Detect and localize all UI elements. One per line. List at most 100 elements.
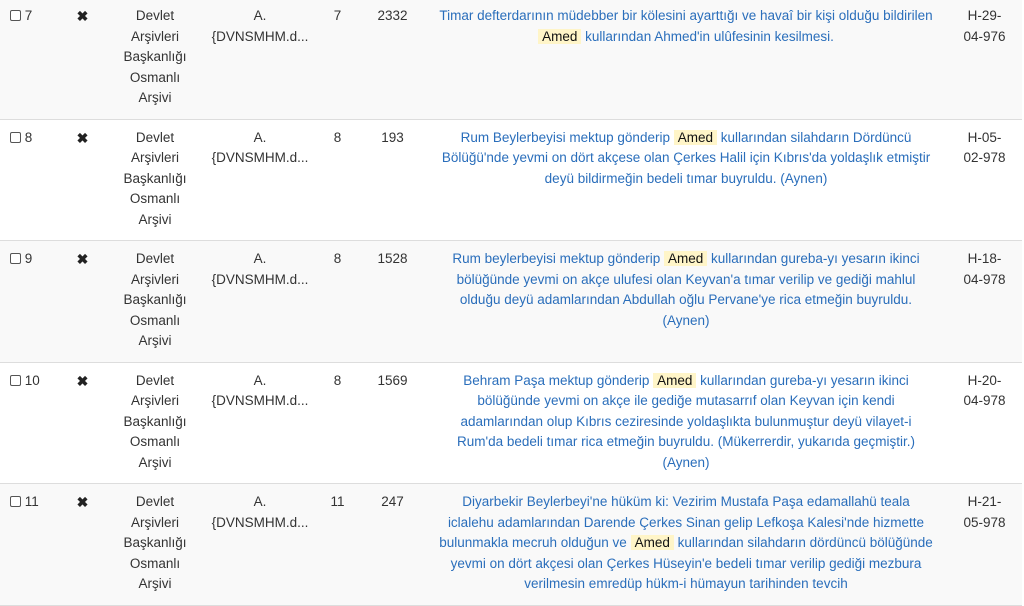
volume-cell: 8 bbox=[315, 240, 360, 363]
remove-icon[interactable]: ✖ bbox=[77, 373, 89, 389]
summary-text: Behram Paşa mektup gönderip bbox=[463, 372, 654, 388]
document-number-cell: 1569 bbox=[360, 362, 425, 484]
fond-line: {DVNSMHM.d... bbox=[211, 393, 309, 408]
row-index: 11 bbox=[24, 494, 39, 509]
document-number: 193 bbox=[381, 129, 404, 145]
volume-cell: 11 bbox=[315, 483, 360, 606]
date-line: 02-978 bbox=[963, 150, 1006, 165]
row-checkbox[interactable] bbox=[10, 374, 21, 386]
remove-cell: ✖ bbox=[60, 240, 105, 363]
fond-line: {DVNSMHM.d... bbox=[211, 514, 309, 530]
archive-line: Devlet bbox=[135, 129, 175, 145]
volume-number: 8 bbox=[333, 251, 342, 266]
summary-cell[interactable]: Timar defterdarının müdebber bir kölesin… bbox=[425, 0, 947, 120]
archive-cell: Devlet Arşivleri Başkanlığı Osmanlı Arşivi bbox=[105, 119, 205, 241]
archive-line: Arşivleri bbox=[130, 150, 179, 165]
date-line: 04-978 bbox=[963, 393, 1006, 408]
archive-line: Osmanlı bbox=[129, 191, 181, 206]
document-number-cell: 193 bbox=[360, 119, 425, 241]
search-highlight: Amed bbox=[673, 129, 717, 145]
date-line: H-05- bbox=[967, 129, 1002, 145]
date-cell: H-29- 04-976 bbox=[947, 0, 1022, 120]
remove-cell: ✖ bbox=[60, 0, 105, 120]
archive-line: Arşivleri bbox=[130, 393, 179, 408]
document-number-cell: 1528 bbox=[360, 240, 425, 363]
date-line: H-29- bbox=[967, 8, 1002, 23]
row-select-cell: 7 bbox=[0, 0, 60, 120]
row-checkbox[interactable] bbox=[10, 253, 21, 264]
archive-line: Arşivi bbox=[138, 211, 172, 227]
remove-icon[interactable]: ✖ bbox=[77, 251, 89, 267]
archive-line: Arşivi bbox=[138, 576, 172, 591]
document-number: 247 bbox=[381, 494, 404, 509]
document-number: 1569 bbox=[377, 372, 408, 388]
table-row: 9 ✖ Devlet Arşivleri Başkanlığı Osmanlı Arşivi… bbox=[0, 240, 1022, 363]
archive-cell: Devlet Arşivleri Başkanlığı Osmanlı Arşivi bbox=[105, 362, 205, 484]
archive-cell: Devlet Arşivleri Başkanlığı Osmanlı Arşivi bbox=[105, 240, 205, 363]
archive-cell: Devlet Arşivleri Başkanlığı Osmanlı Arşivi bbox=[105, 0, 205, 120]
summary-cell[interactable]: Diyarbekir Beylerbeyi'ne hüküm ki: Vezir… bbox=[425, 483, 947, 606]
date-cell: H-20- 04-978 bbox=[947, 362, 1022, 484]
archive-line: Devlet bbox=[135, 494, 175, 509]
summary-cell[interactable]: Behram Paşa mektup gönderip Amed kulları… bbox=[425, 362, 947, 484]
date-cell: H-21- 05-978 bbox=[947, 483, 1022, 606]
table-row: 10 ✖ Devlet Arşivleri Başkanlığı Osmanlı Arşiv… bbox=[0, 362, 1022, 484]
date-line: H-18- bbox=[967, 251, 1002, 266]
row-select-cell: 11 bbox=[0, 483, 60, 606]
archive-line: Başkanlığı bbox=[123, 413, 187, 429]
date-line: 04-976 bbox=[963, 28, 1006, 44]
archive-line: Osmanlı bbox=[129, 434, 181, 449]
volume-cell: 7 bbox=[315, 0, 360, 120]
volume-number: 11 bbox=[330, 494, 345, 509]
search-highlight: Amed bbox=[663, 251, 708, 266]
fond-cell: A. {DVNSMHM.d... bbox=[205, 119, 315, 241]
remove-cell: ✖ bbox=[60, 119, 105, 241]
fond-line: {DVNSMHM.d... bbox=[211, 150, 309, 165]
archive-line: Osmanlı bbox=[129, 69, 181, 85]
search-highlight: Amed bbox=[653, 372, 697, 388]
table-row: 7 ✖ Devlet Arşivleri Başkanlığı Osmanlı Arşivi… bbox=[0, 0, 1022, 120]
date-cell: H-05- 02-978 bbox=[947, 119, 1022, 241]
row-checkbox[interactable] bbox=[10, 496, 21, 507]
archive-line: Başkanlığı bbox=[123, 170, 187, 186]
row-index: 9 bbox=[24, 251, 33, 266]
summary-text: kullarından Ahmed'in ulûfesinin kesilmes… bbox=[581, 28, 834, 44]
remove-icon[interactable]: ✖ bbox=[77, 130, 89, 146]
date-line: H-21- bbox=[967, 494, 1002, 509]
summary-cell[interactable]: Rum beylerbeyisi mektup gönderip Amed ku… bbox=[425, 240, 947, 363]
fond-line: {DVNSMHM.d... bbox=[211, 28, 309, 44]
document-number: 1528 bbox=[377, 251, 408, 266]
archive-line: Arşivi bbox=[138, 454, 172, 470]
row-index: 10 bbox=[24, 372, 40, 388]
volume-cell: 8 bbox=[315, 362, 360, 484]
row-checkbox[interactable] bbox=[10, 10, 21, 21]
volume-number: 7 bbox=[333, 8, 342, 23]
date-line: H-20- bbox=[967, 372, 1002, 388]
fond-line: {DVNSMHM.d... bbox=[211, 271, 309, 287]
archive-line: Başkanlığı bbox=[123, 535, 187, 550]
summary-text: Rum beylerbeyisi mektup gönderip bbox=[452, 251, 664, 266]
remove-cell: ✖ bbox=[60, 483, 105, 606]
archive-line: Arşivleri bbox=[130, 514, 179, 530]
remove-icon[interactable]: ✖ bbox=[77, 8, 89, 24]
volume-number: 8 bbox=[333, 129, 342, 145]
archive-cell: Devlet Arşivleri Başkanlığı Osmanlı Arşivi bbox=[105, 483, 205, 606]
fond-line: A. bbox=[253, 494, 267, 509]
remove-icon[interactable]: ✖ bbox=[77, 494, 89, 510]
row-select-cell: 10 bbox=[0, 362, 60, 484]
archive-line: Devlet bbox=[135, 8, 175, 23]
fond-line: A. bbox=[253, 8, 267, 23]
archive-line: Başkanlığı bbox=[123, 49, 187, 64]
remove-cell: ✖ bbox=[60, 362, 105, 484]
document-number: 2332 bbox=[377, 8, 408, 23]
volume-number: 8 bbox=[333, 372, 342, 388]
volume-cell: 8 bbox=[315, 119, 360, 241]
summary-text: Rum Beylerbeyisi mektup gönderip bbox=[460, 129, 674, 145]
row-checkbox[interactable] bbox=[10, 131, 21, 143]
archive-line: Arşivi bbox=[138, 333, 172, 348]
summary-cell[interactable]: Rum Beylerbeyisi mektup gönderip Amed ku… bbox=[425, 119, 947, 241]
search-highlight: Amed bbox=[630, 535, 674, 550]
table-row: 8 ✖ Devlet Arşivleri Başkanlığı Osmanlı Arşivi… bbox=[0, 119, 1022, 241]
fond-cell: A. {DVNSMHM.d... bbox=[205, 0, 315, 120]
table-row: 11 ✖ Devlet Arşivleri Başkanlığı Osmanlı Arşiv… bbox=[0, 483, 1022, 606]
